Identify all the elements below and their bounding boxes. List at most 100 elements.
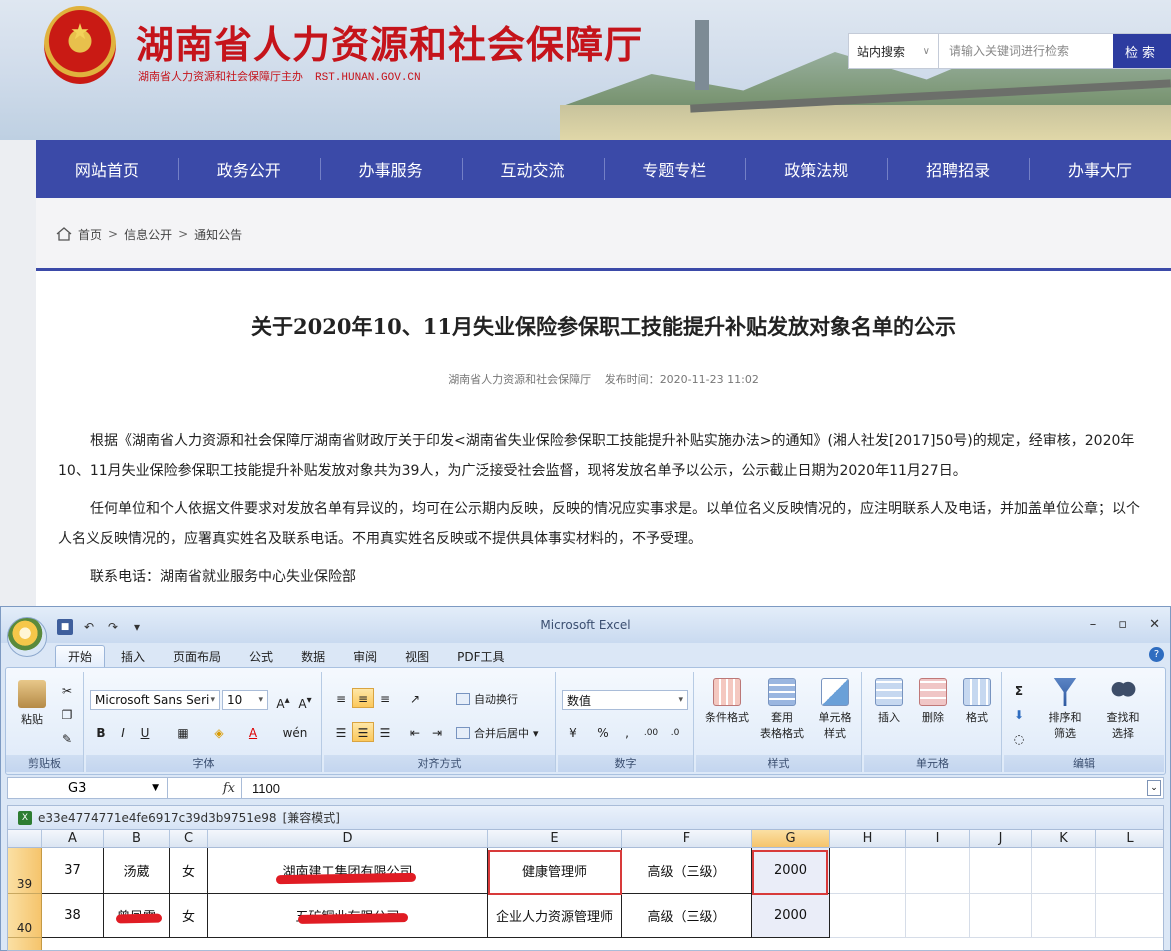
nav-gov-affairs[interactable]: 政务公开 [177, 140, 320, 198]
search-input[interactable] [939, 34, 1113, 68]
select-all-corner[interactable] [8, 830, 42, 848]
number-format-select[interactable]: 数值 ▾ [562, 690, 688, 710]
align-top-icon[interactable]: ≡ [330, 688, 352, 708]
format-painter-icon[interactable]: ✎ [56, 728, 78, 748]
increase-indent-icon[interactable]: ⇥ [426, 722, 448, 742]
table-cell[interactable]: 38 [42, 894, 104, 938]
column-header[interactable]: D [208, 830, 488, 848]
column-header[interactable]: H [830, 830, 906, 848]
insert-cells-button[interactable]: 插入 [868, 678, 910, 725]
breadcrumb-notices[interactable]: 通知公告 [194, 226, 242, 243]
increase-decimal-icon[interactable]: .00 [640, 722, 662, 742]
cut-icon[interactable]: ✂ [56, 680, 78, 700]
office-button[interactable] [7, 617, 47, 657]
tab-insert[interactable]: 插入 [109, 645, 157, 667]
paste-button[interactable]: 粘贴 [12, 680, 52, 727]
decrease-decimal-icon[interactable]: .0 [664, 722, 686, 742]
font-shrink-icon[interactable]: A▾ [294, 690, 316, 711]
orientation-icon[interactable]: ↗ [404, 688, 426, 708]
italic-icon[interactable]: I [112, 722, 134, 742]
format-as-table-button[interactable]: 套用 表格格式 [752, 678, 812, 741]
font-color-icon[interactable]: A [242, 722, 264, 742]
minimize-icon[interactable]: – [1090, 617, 1097, 632]
table-cell[interactable]: 湖南建工集团有限公司 [208, 848, 488, 894]
nav-service-hall[interactable]: 办事大厅 [1029, 140, 1171, 198]
fill-color-icon[interactable]: ◈ [208, 722, 230, 742]
comma-icon[interactable]: , [616, 722, 638, 742]
column-header[interactable]: B [104, 830, 170, 848]
breadcrumb-home[interactable]: 首页 [78, 226, 102, 243]
row-header[interactable]: 40 [8, 894, 42, 938]
row-header[interactable] [8, 938, 42, 950]
table-cell[interactable]: 女 [170, 894, 208, 938]
column-header[interactable]: I [906, 830, 970, 848]
breadcrumb-info[interactable]: 信息公开 [124, 226, 172, 243]
phonetic-icon[interactable]: wén [280, 722, 310, 742]
tab-pdf-tools[interactable]: PDF工具 [445, 645, 516, 667]
align-middle-icon[interactable]: ≡ [352, 688, 374, 708]
font-size-select[interactable]: 10 ▾ [222, 690, 268, 710]
table-cell[interactable]: 企业人力资源管理师 [488, 894, 622, 938]
percent-icon[interactable]: % [592, 722, 614, 742]
merge-center-button[interactable]: 合并后居中 ▾ [456, 725, 539, 741]
insert-function-icon[interactable]: fx [168, 778, 242, 798]
font-name-select[interactable]: Microsoft Sans Seri ▾ [90, 690, 220, 710]
table-cell[interactable]: 高级（三级） [622, 848, 752, 894]
expand-formula-icon[interactable]: ⌄ [1147, 780, 1161, 796]
delete-cells-button[interactable]: 删除 [912, 678, 954, 725]
close-icon[interactable]: ✕ [1149, 617, 1160, 632]
cell-styles-button[interactable]: 单元格 样式 [810, 678, 860, 741]
align-right-icon[interactable]: ☰ [374, 722, 396, 742]
name-box[interactable]: G3 ▼ [8, 778, 168, 798]
table-cell[interactable]: 37 [42, 848, 104, 894]
wrap-text-button[interactable]: 自动换行 [456, 691, 518, 707]
border-icon[interactable]: ▦ [172, 722, 194, 742]
column-header[interactable]: A [42, 830, 104, 848]
nav-policies[interactable]: 政策法规 [745, 140, 887, 198]
conditional-format-button[interactable]: 条件格式 [700, 678, 754, 725]
table-cell[interactable]: 汤葳 [104, 848, 170, 894]
fill-icon[interactable]: ⬇ [1008, 704, 1030, 724]
search-button[interactable]: 检索 [1113, 34, 1171, 68]
clear-icon[interactable]: ◌ [1008, 728, 1030, 748]
column-header[interactable]: C [170, 830, 208, 848]
nav-services[interactable]: 办事服务 [319, 140, 462, 198]
underline-icon[interactable]: U [134, 722, 156, 742]
find-select-button[interactable]: 查找和 选择 [1096, 678, 1150, 741]
worksheet-grid[interactable]: A B C D E F G H I J K L 39 37 汤葳 女 湖南建工集… [7, 829, 1164, 951]
formula-input[interactable]: 1100 [242, 781, 280, 796]
tab-formulas[interactable]: 公式 [237, 645, 285, 667]
column-header[interactable]: L [1096, 830, 1163, 848]
column-header[interactable]: K [1032, 830, 1096, 848]
tab-page-layout[interactable]: 页面布局 [161, 645, 233, 667]
nav-home[interactable]: 网站首页 [36, 140, 178, 198]
align-bottom-icon[interactable]: ≡ [374, 688, 396, 708]
table-cell[interactable]: 高级（三级） [622, 894, 752, 938]
align-center-icon[interactable]: ☰ [352, 722, 374, 742]
maximize-icon[interactable]: ▫ [1118, 617, 1127, 632]
font-grow-icon[interactable]: A▴ [272, 690, 294, 711]
tab-data[interactable]: 数据 [289, 645, 337, 667]
search-scope-select[interactable]: 站内搜索 ∨ [849, 34, 939, 68]
format-cells-button[interactable]: 格式 [956, 678, 998, 725]
column-header[interactable]: J [970, 830, 1032, 848]
row-header[interactable]: 39 [8, 848, 42, 894]
bold-icon[interactable]: B [90, 722, 112, 742]
column-header[interactable]: F [622, 830, 752, 848]
nav-recruitment[interactable]: 招聘招录 [887, 140, 1029, 198]
home-icon[interactable] [56, 227, 72, 241]
nav-interaction[interactable]: 互动交流 [461, 140, 604, 198]
tab-review[interactable]: 审阅 [341, 645, 389, 667]
autosum-icon[interactable]: Σ [1008, 680, 1030, 700]
currency-icon[interactable]: ¥ [562, 722, 584, 742]
help-icon[interactable]: ? [1149, 647, 1164, 662]
table-cell[interactable]: 女 [170, 848, 208, 894]
decrease-indent-icon[interactable]: ⇤ [404, 722, 426, 742]
nav-topics[interactable]: 专题专栏 [603, 140, 746, 198]
table-cell[interactable]: 2000 [752, 894, 830, 938]
tab-view[interactable]: 视图 [393, 645, 441, 667]
align-left-icon[interactable]: ☰ [330, 722, 352, 742]
tab-home[interactable]: 开始 [55, 645, 106, 667]
sort-filter-button[interactable]: 排序和 筛选 [1038, 678, 1092, 741]
column-header-selected[interactable]: G [752, 830, 830, 848]
